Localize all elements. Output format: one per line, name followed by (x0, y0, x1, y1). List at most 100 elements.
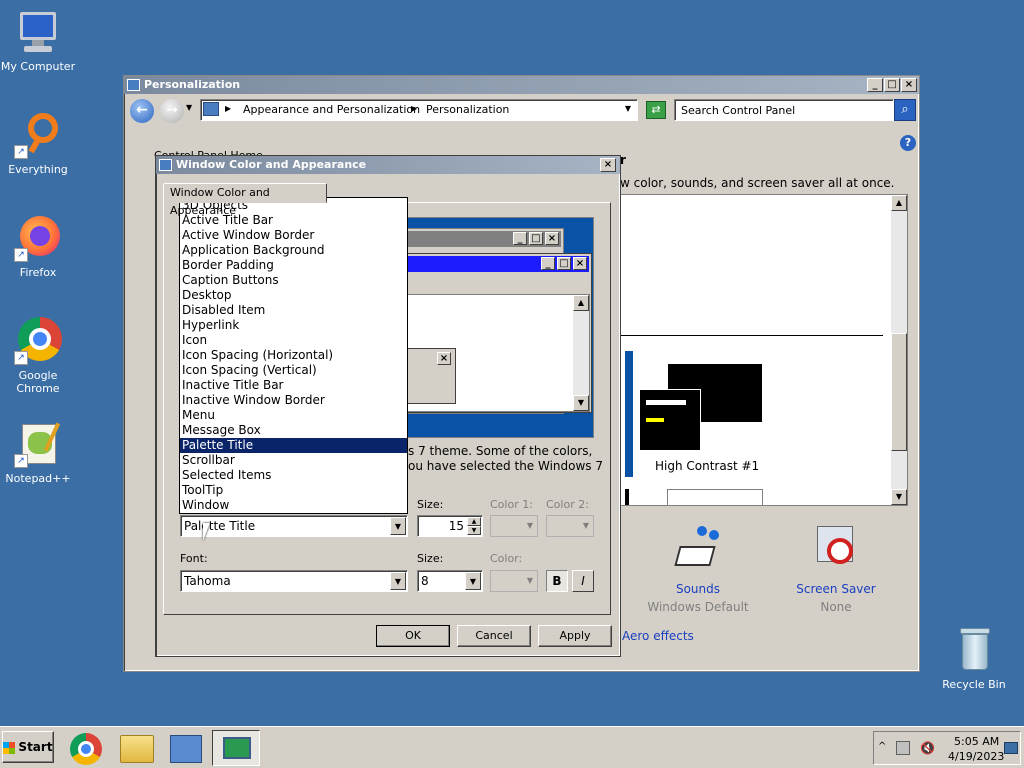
sounds-link[interactable]: Sounds (640, 582, 756, 596)
desktop-icon-everything[interactable]: ↗ Everything (0, 111, 80, 176)
maximize-icon: □ (529, 232, 543, 245)
aero-effects-link[interactable]: Aero effects (622, 629, 694, 643)
window-title: Personalization (144, 78, 241, 91)
dropdown-option[interactable]: ToolTip (180, 483, 407, 498)
theme-preview[interactable] (625, 351, 633, 477)
breadcrumb-separator-icon[interactable]: ▶ (225, 104, 231, 113)
high-contrast-theme-preview[interactable] (639, 363, 765, 459)
dropdown-option[interactable]: Hyperlink (180, 318, 407, 333)
chevron-down-icon: ▼ (582, 521, 589, 530)
volume-muted-icon[interactable]: 🔇 (920, 741, 935, 755)
dropdown-option[interactable]: Message Box (180, 423, 407, 438)
desktop-icon-label: My Computer (0, 60, 76, 73)
show-hidden-icons-icon[interactable]: ^ (878, 741, 886, 752)
italic-toggle[interactable]: I (572, 570, 594, 592)
maximize-button[interactable]: □ (884, 78, 900, 92)
notepad-plus-plus-icon: ↗ (14, 420, 62, 468)
ok-button[interactable]: OK (376, 625, 450, 647)
theme-name-high-contrast[interactable]: High Contrast #1 (655, 459, 759, 473)
clock-date[interactable]: 4/19/2023 (948, 750, 1004, 763)
item-size-stepper[interactable]: 15 ▲ ▼ (417, 515, 483, 537)
recent-pages-dropdown[interactable]: ▼ (186, 103, 192, 112)
font-select[interactable]: Tahoma ▼ (180, 570, 408, 592)
dropdown-option[interactable]: Desktop (180, 288, 407, 303)
breadcrumb-appearance[interactable]: Appearance and Personalization (243, 103, 420, 116)
dialog-close-button[interactable]: × (600, 158, 616, 172)
show-desktop-icon[interactable] (1004, 742, 1018, 754)
scroll-thumb[interactable] (891, 333, 907, 451)
minimize-button[interactable]: _ (867, 78, 883, 92)
chevron-down-icon[interactable]: ▼ (390, 572, 406, 590)
dropdown-option[interactable]: Inactive Window Border (180, 393, 407, 408)
font-label: Font: (180, 552, 208, 565)
theme-thumbnail-partial[interactable] (625, 489, 629, 505)
dialog-title-bar[interactable]: Window Color and Appearance × (156, 156, 620, 174)
search-button[interactable]: ⌕ (894, 99, 916, 121)
desktop-icon-firefox[interactable]: ↗ Firefox (0, 214, 80, 279)
dropdown-option[interactable]: Icon Spacing (Horizontal) (180, 348, 407, 363)
spin-down-icon[interactable]: ▼ (467, 526, 481, 535)
close-button[interactable]: × (901, 78, 917, 92)
dropdown-option[interactable]: Icon Spacing (Vertical) (180, 363, 407, 378)
apply-button[interactable]: Apply (538, 625, 612, 647)
dropdown-option[interactable]: Active Window Border (180, 228, 407, 243)
search-input[interactable]: Search Control Panel (674, 99, 894, 121)
dropdown-option[interactable]: Inactive Title Bar (180, 378, 407, 393)
theme-thumbnail-partial[interactable] (667, 489, 763, 505)
font-size-select[interactable]: 8 ▼ (417, 570, 483, 592)
taskbar-control-panel-icon[interactable] (170, 735, 202, 763)
help-icon[interactable]: ? (900, 135, 916, 151)
dropdown-option[interactable]: Caption Buttons (180, 273, 407, 288)
desktop-icon-label: Everything (8, 163, 68, 176)
back-button[interactable]: ← (130, 99, 154, 123)
mouse-cursor-icon (203, 523, 217, 541)
dropdown-option[interactable]: Disabled Item (180, 303, 407, 318)
network-icon[interactable] (896, 741, 910, 755)
scroll-up-button[interactable]: ▲ (891, 195, 907, 211)
personalization-title-bar[interactable]: Personalization _ □ × (124, 76, 919, 94)
themes-list[interactable]: High Contrast #1 ▲ ▼ (620, 194, 908, 506)
desktop-icon-notepad-plus-plus[interactable]: ↗ Notepad++ (0, 420, 80, 485)
taskbar-explorer-icon[interactable] (120, 735, 154, 763)
themes-scrollbar[interactable]: ▲ ▼ (891, 195, 907, 505)
start-button[interactable]: Start (2, 731, 54, 763)
breadcrumb-separator-icon[interactable]: ▶ (411, 104, 417, 113)
chevron-down-icon[interactable]: ▼ (465, 572, 481, 590)
system-tray: ^ 🔇 5:05 AM 4/19/2023 (873, 731, 1021, 765)
address-dropdown-icon[interactable]: ▼ (625, 104, 631, 113)
desktop-icon-my-computer[interactable]: My Computer (0, 8, 80, 73)
forward-button[interactable]: → (160, 99, 184, 123)
shortcut-arrow-icon: ↗ (14, 145, 28, 159)
dropdown-option[interactable]: Border Padding (180, 258, 407, 273)
screen-saver-link[interactable]: Screen Saver (778, 582, 894, 596)
desktop-icon-recycle-bin[interactable]: Recycle Bin (932, 626, 1016, 691)
dropdown-option[interactable]: Menu (180, 408, 407, 423)
font-select-value: Tahoma (184, 574, 231, 588)
dropdown-option[interactable]: Icon (180, 333, 407, 348)
dropdown-option[interactable]: Palette Title (180, 438, 407, 453)
dropdown-option[interactable]: Scrollbar (180, 453, 407, 468)
info-text-line-2: ou have selected the Windows 7 (408, 459, 604, 473)
scroll-down-button[interactable]: ▼ (891, 489, 907, 505)
tab-window-color-and-appearance[interactable]: Window Color and Appearance (163, 183, 327, 217)
font-size-value: 8 (421, 574, 429, 588)
computer-icon (14, 8, 62, 56)
item-dropdown-list[interactable]: 3D ObjectsActive Title BarActive Window … (179, 197, 408, 514)
sounds-item[interactable]: Sounds Windows Default (640, 524, 756, 614)
taskbar-personalization-button[interactable] (212, 730, 260, 766)
shortcut-arrow-icon: ↗ (14, 351, 28, 365)
desktop-icon-google-chrome[interactable]: ↗ Google Chrome (0, 317, 80, 395)
clock-time[interactable]: 5:05 AM (954, 735, 999, 748)
dropdown-option[interactable]: Window (180, 498, 407, 513)
dropdown-option[interactable]: Selected Items (180, 468, 407, 483)
spin-up-icon[interactable]: ▲ (467, 517, 481, 526)
breadcrumb-personalization[interactable]: Personalization (426, 103, 509, 116)
dropdown-option[interactable]: Application Background (180, 243, 407, 258)
address-bar[interactable]: ▶ Appearance and Personalization ▶ Perso… (200, 99, 638, 121)
screen-saver-item[interactable]: Screen Saver None (778, 524, 894, 614)
cancel-button[interactable]: Cancel (457, 625, 531, 647)
taskbar-chrome-icon[interactable] (70, 733, 102, 765)
refresh-button[interactable]: ⇄ (646, 101, 666, 119)
chevron-down-icon[interactable]: ▼ (390, 517, 406, 535)
bold-toggle[interactable]: B (546, 570, 568, 592)
